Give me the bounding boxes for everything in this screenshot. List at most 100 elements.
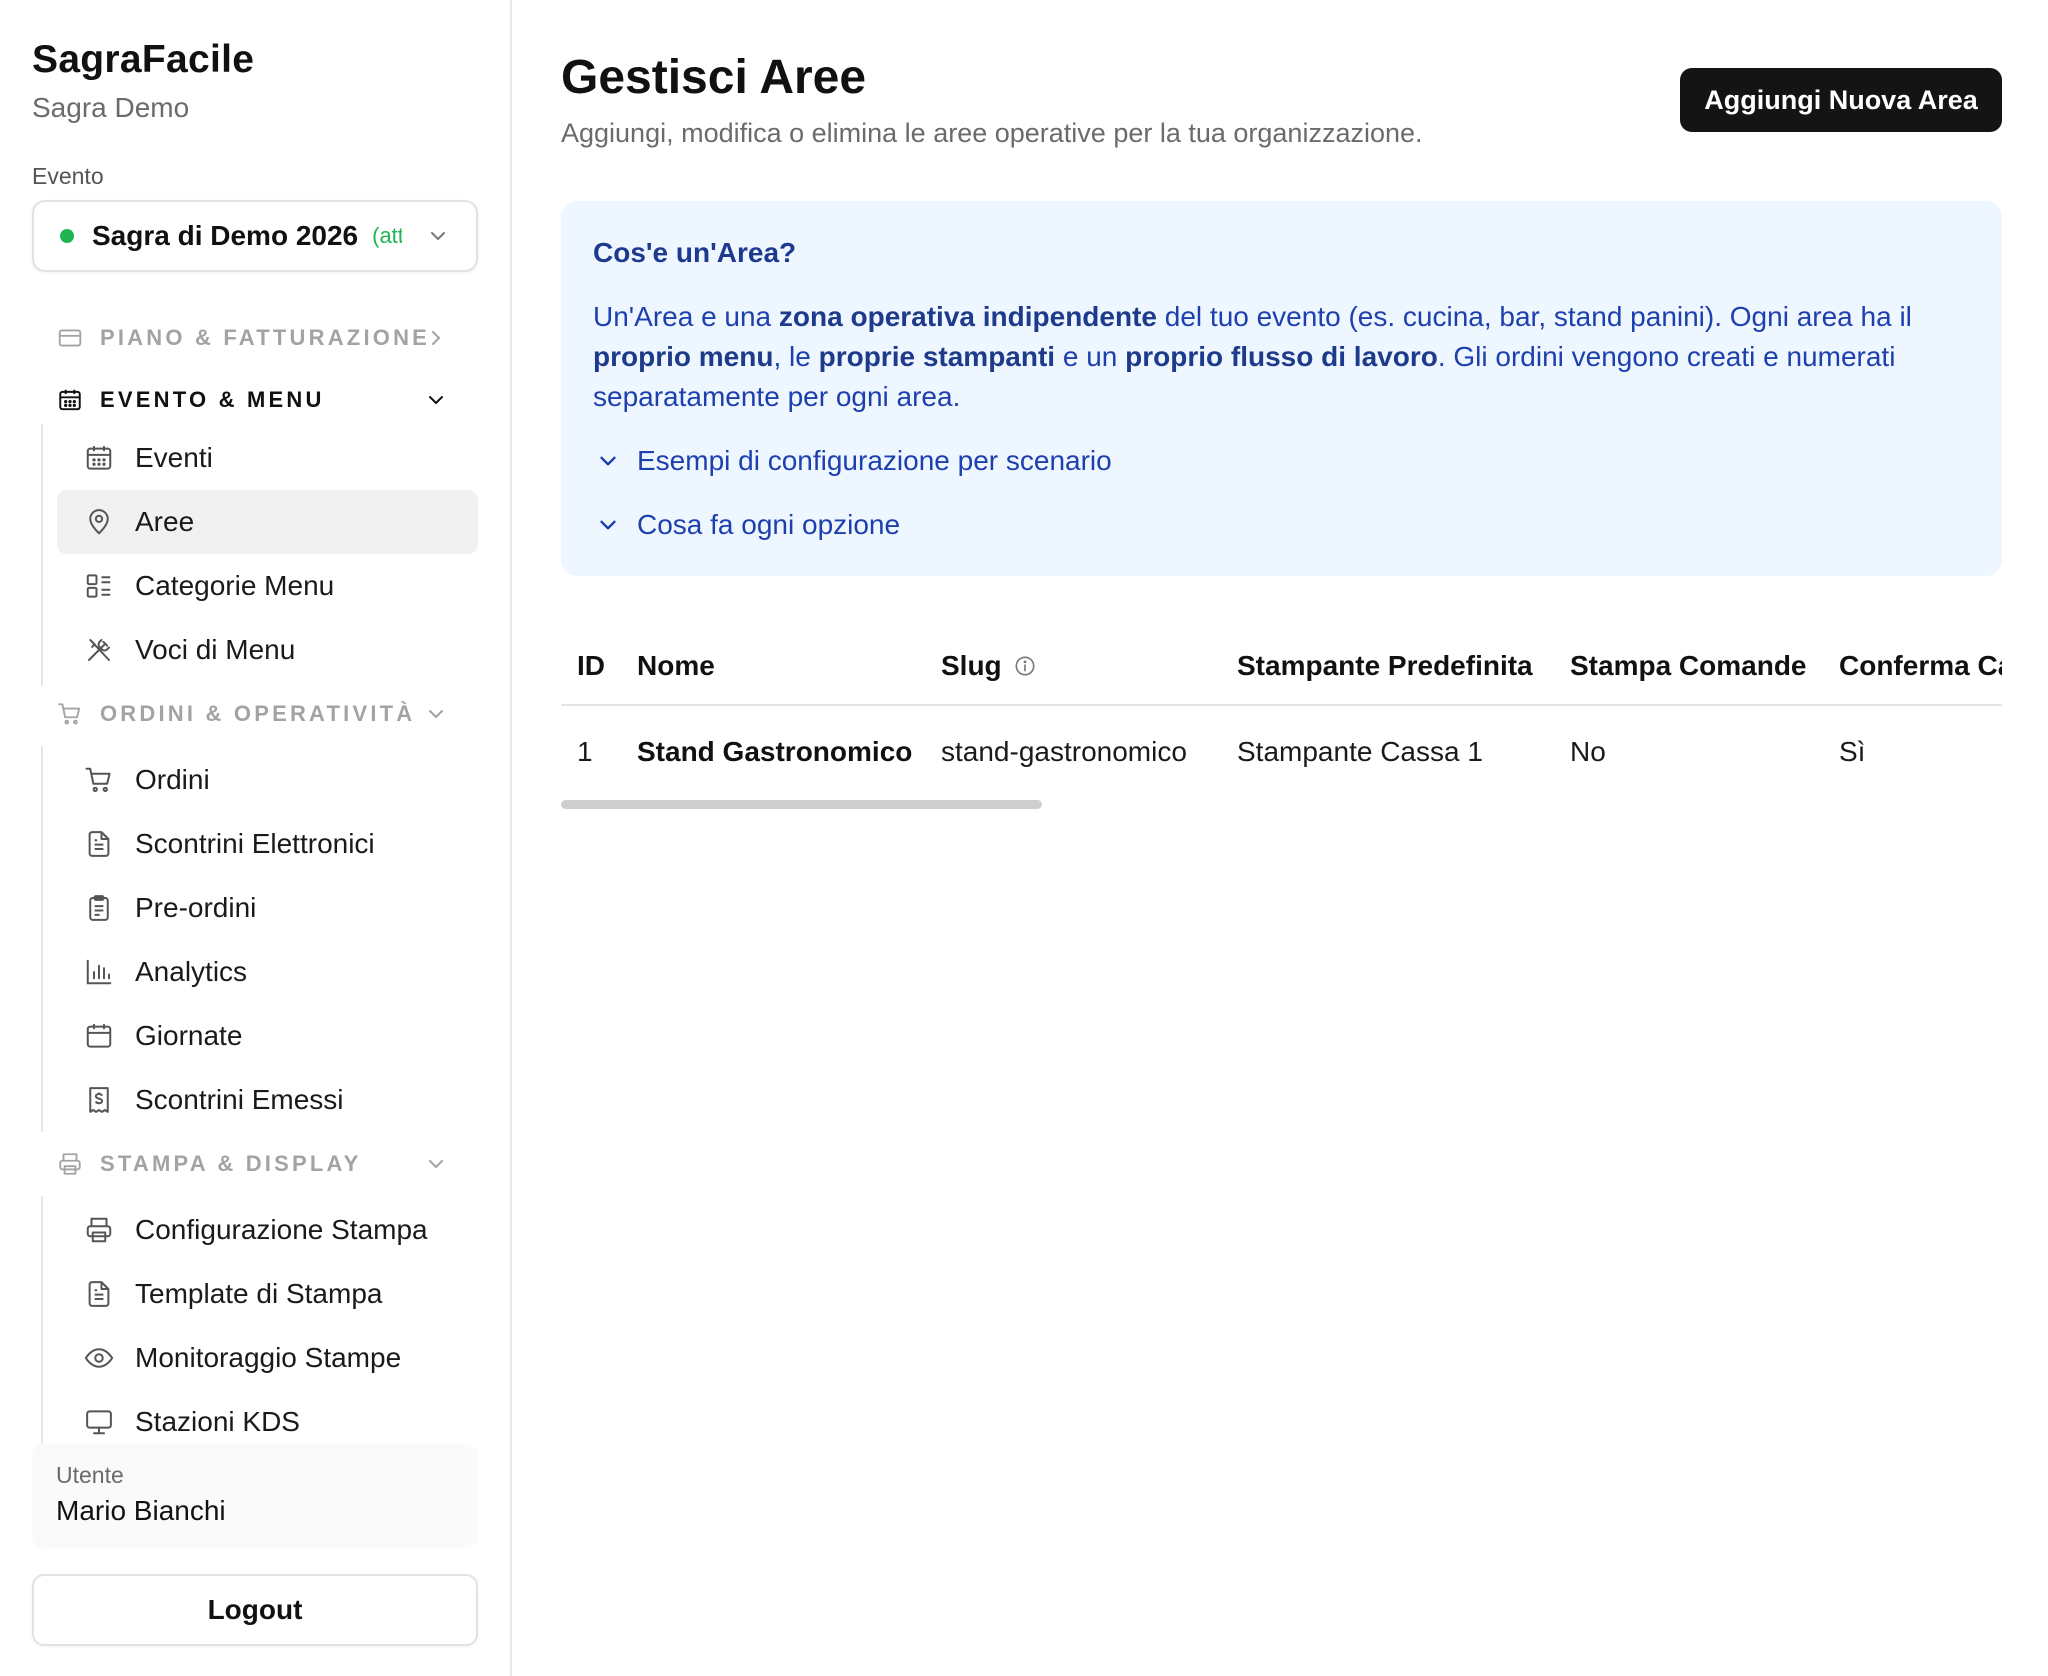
clipboard-list-icon [83,892,115,924]
column-header-stampante-predefinita: Stampante Predefinita [1237,650,1533,682]
organization-name: Sagra Demo [32,92,190,123]
info-description: Un'Area e una zona operativa indipendent… [593,297,1973,417]
page-subtitle: Aggiungi, modifica o elimina le aree ope… [561,118,1423,148]
toggle-label: Cosa fa ogni opzione [637,509,901,540]
column-header-label: Nome [637,650,715,681]
cell-id: 1 [577,736,593,767]
section-evento-menu[interactable]: EVENTO & MENU [56,380,466,420]
info-bold-segment: zona operativa indipendente [778,301,1157,332]
sidebar-item-label: Aree [135,506,195,537]
list-grid-icon [83,570,115,602]
sidebar-item-label: Scontrini Elettronici [135,828,375,859]
sidebar-item-monitoraggio-stampe[interactable]: Monitoraggio Stampe [57,1326,478,1390]
user-label: Utente [56,1462,124,1488]
toggle-cosa-fa-ogni-opzione[interactable]: Cosa fa ogni opzione [593,505,900,545]
info-box: Cos'e un'Area? Un'Area e una zona operat… [561,201,2002,576]
tree-guide-line [41,424,43,686]
chevron-down-icon [593,446,623,476]
sidebar-item-label: Stazioni KDS [135,1406,300,1437]
tree-guide-line [41,746,43,1132]
column-header-slug: Slug [941,650,1038,682]
chevron-down-icon [429,396,443,404]
sidebar-item-label: Ordini [135,764,210,795]
printer-icon [83,1214,115,1246]
toggle-esempi-configurazione[interactable]: Esempi di configurazione per scenario [593,441,1112,481]
info-text-segment: e un [1055,341,1126,372]
section-label: PIANO & FATTURAZIONE [100,325,431,350]
chevron-down-icon [429,710,443,718]
table-header: ID Nome Slug Stampante Predefinita Stamp… [561,630,2002,706]
event-status-badge: (attivo) [372,223,403,248]
sidebar-item-template-di-stampa[interactable]: Template di Stampa [57,1262,478,1326]
cell-stampante-predefinita: Stampante Cassa 1 [1237,736,1483,767]
chevron-right-icon [432,331,440,345]
app-name: SagraFacile [32,38,255,81]
sidebar-item-scontrini-emessi[interactable]: Scontrini Emessi [57,1068,478,1132]
sidebar-item-label: Giornate [135,1020,243,1051]
eye-icon [83,1342,115,1374]
user-card: Utente Mario Bianchi [32,1444,478,1548]
column-header-label: Stampa Comande [1570,650,1807,681]
sidebar-item-giornate[interactable]: Giornate [57,1004,478,1068]
chevron-down-icon [431,232,445,240]
horizontal-scrollbar[interactable] [561,800,1042,809]
column-header-nome: Nome [637,650,715,682]
sidebar-item-label: Analytics [135,956,248,987]
cell-nome: Stand Gastronomico [637,736,913,767]
toggle-label: Esempi di configurazione per scenario [637,445,1112,476]
info-text-segment: , le [773,341,819,372]
column-header-conferma-cassa: Conferma Cassa [1839,650,2002,682]
sidebar-item-label: Voci di Menu [135,634,296,665]
sidebar-item-configurazione-stampa[interactable]: Configurazione Stampa [57,1198,478,1262]
info-bold-segment: proprio menu [593,341,774,372]
section-label: EVENTO & MENU [100,387,325,412]
active-status-dot [60,229,74,243]
printer-icon [56,1150,84,1178]
table-row[interactable]: 1 Stand Gastronomico stand-gastronomico … [561,708,2002,796]
sidebar-item-pre-ordini[interactable]: Pre-ordini [57,876,478,940]
sidebar: SagraFacile Sagra Demo Evento Sagra di D… [0,0,512,1676]
monitor-icon [83,1406,115,1438]
event-selector[interactable]: Sagra di Demo 2026 (attivo) [32,200,478,272]
info-title: Cos'e un'Area? [593,237,797,268]
sidebar-item-ordini[interactable]: Ordini [57,748,478,812]
sidebar-item-label: Pre-ordini [135,892,257,923]
sidebar-item-scontrini-elettronici[interactable]: Scontrini Elettronici [57,812,478,876]
sidebar-item-label: Configurazione Stampa [135,1214,428,1245]
event-selector-value: Sagra di Demo 2026 [92,220,359,251]
section-label: ORDINI & OPERATIVITÀ [100,701,416,726]
sidebar-item-eventi[interactable]: Eventi [57,426,478,490]
page-title: Gestisci Aree [561,51,867,104]
section-label: STAMPA & DISPLAY [100,1151,362,1176]
logout-button[interactable]: Logout [32,1574,478,1646]
sidebar-item-categorie-menu[interactable]: Categorie Menu [57,554,478,618]
section-ordini-operativita[interactable]: ORDINI & OPERATIVITÀ [56,694,466,734]
cart-icon [56,700,84,728]
info-icon[interactable] [1014,654,1038,678]
sidebar-item-analytics[interactable]: Analytics [57,940,478,1004]
column-header-label: Conferma Cassa [1839,650,2002,681]
cell-slug: stand-gastronomico [941,736,1187,767]
event-selector-label: Evento [32,163,104,189]
bar-chart-icon [83,956,115,988]
column-header-label: ID [577,650,605,681]
sidebar-item-voci-di-menu[interactable]: Voci di Menu [57,618,478,682]
sidebar-item-label: Categorie Menu [135,570,335,601]
column-header-stampa-comande: Stampa Comande [1570,650,1807,682]
section-stampa-display[interactable]: STAMPA & DISPLAY [56,1144,466,1184]
info-text-segment: del tuo evento (es. cucina, bar, stand p… [1156,301,1912,332]
info-text-segment: Un'Area e una [593,301,779,332]
add-area-button[interactable]: Aggiungi Nuova Area [1680,68,2002,132]
cell-stampa-comande: No [1570,736,1606,767]
calendar-icon [83,1020,115,1052]
user-name: Mario Bianchi [56,1495,226,1526]
chevron-down-icon [593,510,623,540]
calendar-icon [56,386,84,414]
sidebar-item-label: Eventi [135,442,213,473]
column-header-id: ID [577,650,605,682]
section-piano-fatturazione[interactable]: PIANO & FATTURAZIONE [56,318,466,358]
column-header-label: Stampante Predefinita [1237,650,1533,681]
credit-card-icon [56,324,84,352]
sidebar-item-aree[interactable]: Aree [57,490,478,554]
map-pin-icon [83,506,115,538]
